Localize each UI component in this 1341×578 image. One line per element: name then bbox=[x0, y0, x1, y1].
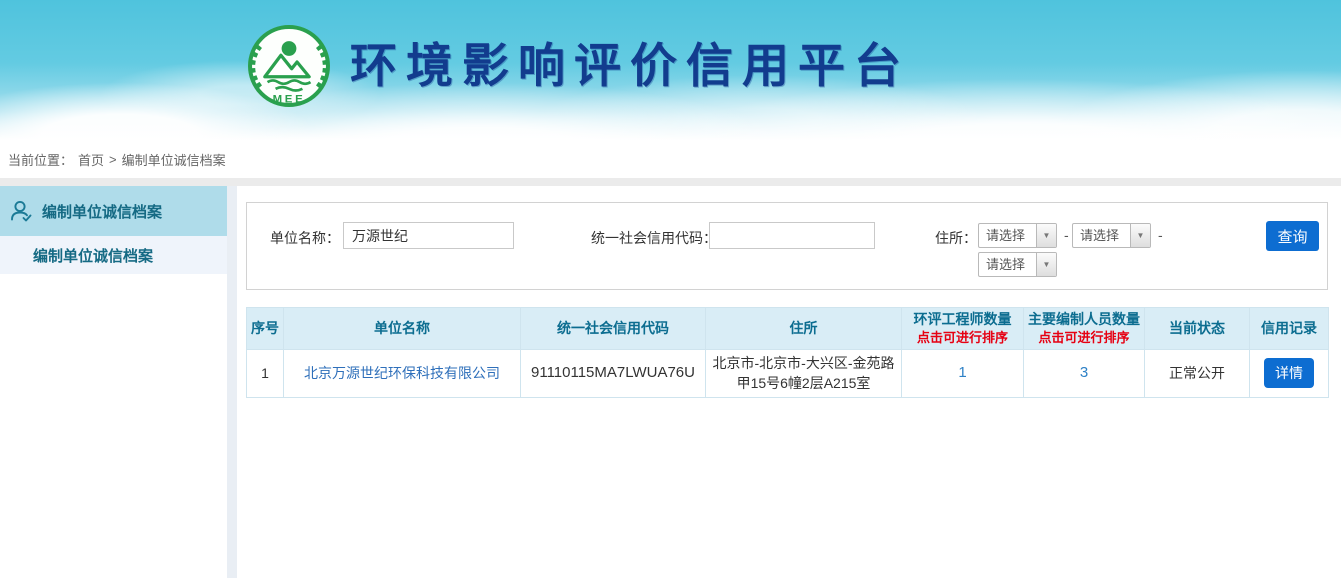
address-label: 住所： bbox=[935, 228, 977, 248]
content: 单位名称： 统一社会信用代码： 住所： 请选择 ▼ - 请选择 ▼ - 请选择 bbox=[237, 186, 1341, 578]
header-unit-name: 单位名称 bbox=[284, 308, 521, 350]
search-panel: 单位名称： 统一社会信用代码： 住所： 请选择 ▼ - 请选择 ▼ - 请选择 bbox=[246, 202, 1328, 290]
chevron-down-icon[interactable]: ▼ bbox=[1130, 224, 1150, 247]
address-district-value: 请选择 bbox=[979, 253, 1036, 276]
address-city-value: 请选择 bbox=[1073, 224, 1130, 247]
divider-band bbox=[0, 178, 1341, 186]
table-header-row: 序号 单位名称 统一社会信用代码 住所 环评工程师数量 点击可进行排序 主要编制… bbox=[247, 308, 1329, 350]
address-dash-2: - bbox=[1158, 227, 1163, 243]
address-district-select[interactable]: 请选择 ▼ bbox=[978, 252, 1057, 277]
cell-credit-code: 91110115MA7LWUA76U bbox=[531, 364, 695, 381]
cell-address: 北京市-北京市-大兴区-金苑路甲15号6幢2层A215室 bbox=[706, 350, 902, 398]
chevron-down-icon[interactable]: ▼ bbox=[1036, 224, 1056, 247]
results-table: 序号 单位名称 统一社会信用代码 住所 环评工程师数量 点击可进行排序 主要编制… bbox=[246, 307, 1329, 398]
unit-name-label: 单位名称： bbox=[270, 228, 340, 248]
address-dash-1: - bbox=[1064, 227, 1069, 243]
sort-hint: 点击可进行排序 bbox=[1027, 329, 1141, 347]
sidebar-subitem-label: 编制单位诚信档案 bbox=[33, 245, 153, 266]
header-address: 住所 bbox=[706, 308, 902, 350]
header-credit-record: 信用记录 bbox=[1250, 308, 1329, 350]
credit-code-label: 统一社会信用代码： bbox=[591, 228, 717, 248]
credit-code-input[interactable] bbox=[709, 222, 875, 249]
header-credit-code: 统一社会信用代码 bbox=[521, 308, 706, 350]
header-staff-count-sort[interactable]: 主要编制人员数量 点击可进行排序 bbox=[1024, 308, 1145, 350]
sidebar-subitem-unit-credit-archive[interactable]: 编制单位诚信档案 bbox=[0, 236, 227, 274]
detail-button[interactable]: 详情 bbox=[1264, 358, 1314, 388]
header-staff-count-label: 主要编制人员数量 bbox=[1027, 310, 1141, 329]
header-engineer-count-sort[interactable]: 环评工程师数量 点击可进行排序 bbox=[902, 308, 1024, 350]
sort-hint: 点击可进行排序 bbox=[905, 329, 1020, 347]
cell-status: 正常公开 bbox=[1145, 350, 1250, 398]
unit-name-input[interactable] bbox=[343, 222, 514, 249]
page: MEE 环境影响评价信用平台 当前位置： 首页 > 编制单位诚信档案 编制单位诚… bbox=[0, 0, 1341, 578]
cell-index: 1 bbox=[247, 350, 284, 398]
user-check-icon bbox=[8, 198, 34, 224]
query-button[interactable]: 查询 bbox=[1266, 221, 1319, 251]
address-province-value: 请选择 bbox=[979, 224, 1036, 247]
chevron-down-icon[interactable]: ▼ bbox=[1036, 253, 1056, 276]
sidebar-item-label: 编制单位诚信档案 bbox=[42, 201, 162, 222]
breadcrumb-label: 当前位置： bbox=[8, 150, 73, 169]
table-row: 1 北京万源世纪环保科技有限公司 91110115MA7LWUA76U 北京市-… bbox=[247, 350, 1329, 398]
breadcrumb-home-link[interactable]: 首页 bbox=[78, 150, 104, 169]
sidebar-item-unit-credit-archive[interactable]: 编制单位诚信档案 bbox=[0, 186, 227, 236]
svg-text:MEE: MEE bbox=[273, 93, 306, 105]
main-row: 编制单位诚信档案 编制单位诚信档案 单位名称： 统一社会信用代码： 住所： 请选… bbox=[0, 186, 1341, 578]
breadcrumb: 当前位置： 首页 > 编制单位诚信档案 bbox=[0, 140, 1341, 178]
breadcrumb-separator: > bbox=[109, 152, 117, 167]
mee-logo-icon: MEE bbox=[246, 22, 332, 110]
site-title: 环境影响评价信用平台 bbox=[350, 22, 910, 110]
sidebar: 编制单位诚信档案 编制单位诚信档案 bbox=[0, 186, 227, 578]
staff-count-link[interactable]: 3 bbox=[1080, 364, 1088, 381]
sidebar-content-divider bbox=[227, 186, 237, 578]
header-engineer-count-label: 环评工程师数量 bbox=[905, 310, 1020, 329]
brand: MEE 环境影响评价信用平台 bbox=[246, 22, 910, 110]
engineer-count-link[interactable]: 1 bbox=[958, 364, 966, 381]
address-province-select[interactable]: 请选择 ▼ bbox=[978, 223, 1057, 248]
site-header: MEE 环境影响评价信用平台 bbox=[0, 0, 1341, 140]
header-index: 序号 bbox=[247, 308, 284, 350]
unit-name-link[interactable]: 北京万源世纪环保科技有限公司 bbox=[304, 365, 500, 381]
header-status: 当前状态 bbox=[1145, 308, 1250, 350]
breadcrumb-current: 编制单位诚信档案 bbox=[122, 150, 226, 169]
address-city-select[interactable]: 请选择 ▼ bbox=[1072, 223, 1151, 248]
